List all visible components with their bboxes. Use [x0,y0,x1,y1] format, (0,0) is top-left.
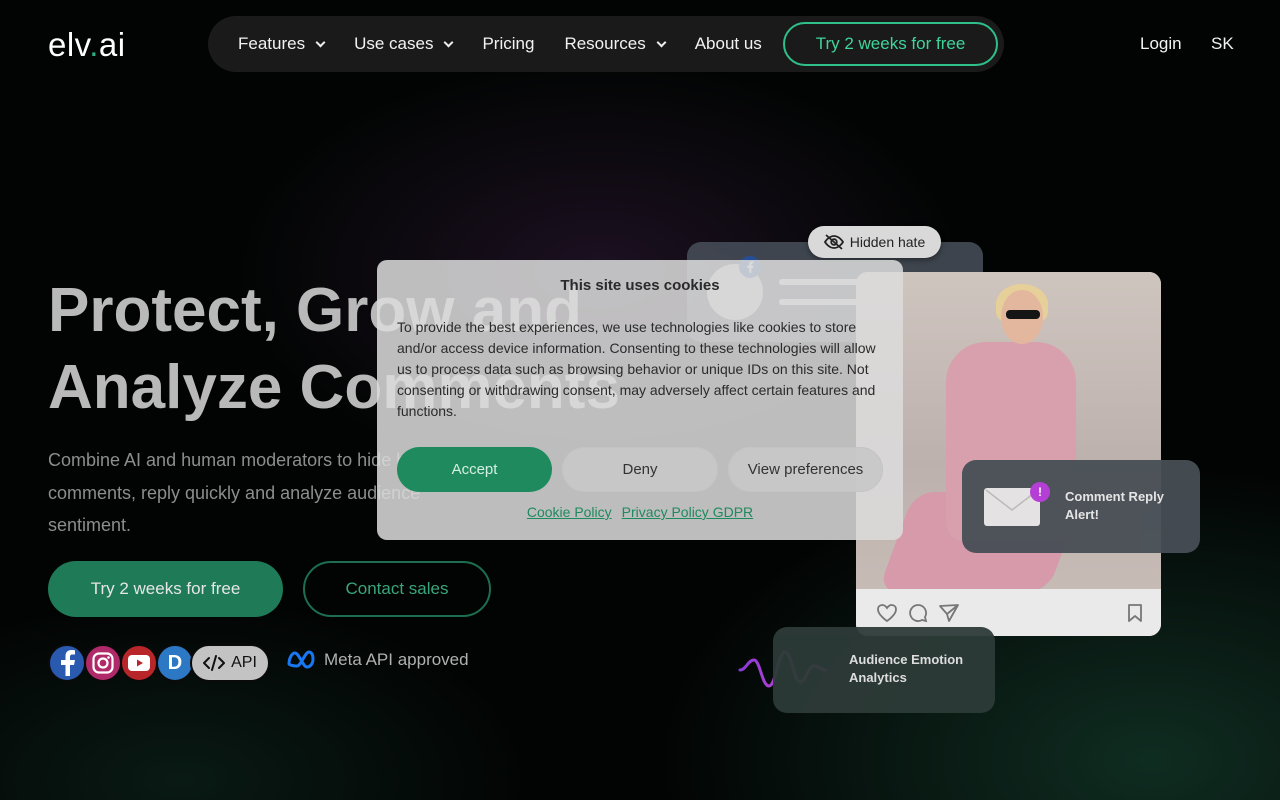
instagram-icon [84,644,122,682]
comment-icon [909,603,928,622]
meta-label: Meta API approved [324,650,469,669]
alert-label: Comment Reply Alert! [1065,489,1164,522]
nav-item-label: Features [238,34,306,53]
login-link[interactable]: Login [1140,34,1182,54]
youtube-icon [120,644,158,682]
cookie-policy-link[interactable]: Cookie Policy [527,504,612,520]
chevron-down-icon [656,37,667,47]
figure-glasses [1006,310,1040,319]
emotion-label: Audience Emotion Analytics [849,652,964,685]
cookie-links: Cookie Policy Privacy Policy GDPR [377,504,903,520]
logo-dot: . [89,26,99,63]
nav-item-label: Pricing [482,34,535,53]
hidden-hate-badge: Hidden hate [808,226,941,258]
language-switcher[interactable]: SK [1211,34,1234,54]
nav-item-use-cases[interactable]: Use cases [354,34,454,54]
cookie-title: This site uses cookies [560,277,720,294]
chevron-down-icon [315,37,326,47]
accept-cookies-button[interactable]: Accept [397,447,552,492]
nav-item-about-us[interactable]: About us [695,34,762,54]
emotion-analytics-card: Audience Emotion Analytics [773,627,995,713]
cookie-text: To provide the best experiences, we use … [397,319,876,419]
contact-sales-button[interactable]: Contact sales [303,561,491,617]
api-label: API [231,654,257,671]
heart-icon [877,603,897,622]
nav-item-label: About us [694,34,762,53]
bookmark-icon [1128,603,1142,622]
deny-cookies-button[interactable]: Deny [562,447,718,492]
hero-trial-button[interactable]: Try 2 weeks for free [48,561,283,617]
view-preferences-button[interactable]: View preferences [728,447,883,492]
api-badge: API [190,644,270,682]
logo-text-main: elv [48,26,90,63]
logo[interactable]: elv.ai [48,26,126,64]
comment-reply-alert-card: ! Comment Reply Alert! [962,460,1200,553]
platform-icons: D API [48,643,270,683]
main-nav: Features Use cases Pricing Resources Abo… [208,16,1004,72]
nav-item-label: Use cases [354,34,434,53]
facebook-icon [48,644,86,682]
nav-item-pricing[interactable]: Pricing [482,34,534,54]
logo-text-tail: ai [98,26,126,63]
code-icon [203,655,226,671]
hidden-hate-label: Hidden hate [849,234,926,250]
meta-logo-icon [287,650,315,669]
nav-item-label: Resources [564,34,646,53]
privacy-policy-link[interactable]: Privacy Policy GDPR [622,504,753,520]
chevron-down-icon [444,37,454,47]
cookie-consent-dialog: This site uses cookies To provide the be… [377,260,903,540]
nav-trial-button[interactable]: Try 2 weeks for free [783,22,998,66]
send-icon [939,603,959,622]
d-platform-icon: D [156,644,194,682]
nav-item-resources[interactable]: Resources [564,34,667,54]
alert-badge: ! [1030,482,1050,502]
eye-off-icon [823,234,844,250]
meta-approval: Meta API approved [286,650,469,670]
nav-item-features[interactable]: Features [238,34,326,54]
